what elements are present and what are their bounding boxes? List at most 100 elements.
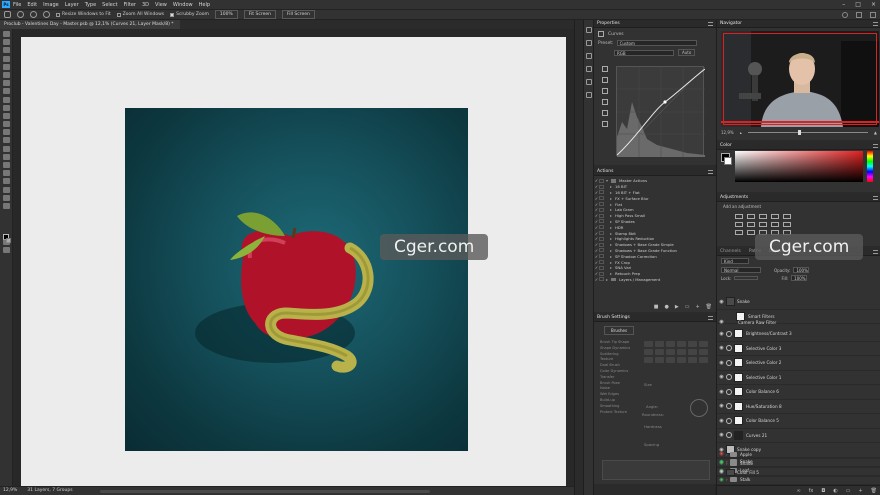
curves-icon[interactable] <box>759 214 767 219</box>
screen-mode-icon[interactable] <box>3 247 10 254</box>
menu-type[interactable]: Type <box>85 2 96 8</box>
more-tools-icon[interactable] <box>3 202 10 209</box>
levels-icon[interactable] <box>747 214 755 219</box>
visibility-icon[interactable]: ◉ <box>717 469 726 475</box>
adjustments-tab[interactable]: Adjustments <box>720 194 748 201</box>
on-image-adjust-icon[interactable] <box>602 66 608 72</box>
zoom-out-icon[interactable] <box>43 11 50 18</box>
visibility-icon[interactable]: ◉ <box>717 345 726 351</box>
edit-points-icon[interactable] <box>602 110 608 116</box>
posterize-icon[interactable] <box>747 230 755 235</box>
menu-view[interactable]: View <box>155 2 167 8</box>
gradient-tool-icon[interactable] <box>3 129 10 136</box>
visibility-icon[interactable]: ◉ <box>717 299 726 305</box>
hand-tool-icon[interactable] <box>3 186 10 193</box>
healing-brush-tool-icon[interactable] <box>3 88 10 95</box>
background-swatch[interactable] <box>724 157 732 165</box>
exposure-icon[interactable] <box>771 214 779 219</box>
lock-icons[interactable] <box>734 276 759 280</box>
zoom-all-checkbox[interactable]: Zoom All Windows <box>116 12 164 17</box>
layer-row[interactable]: ◉ Snake <box>717 295 880 310</box>
trash-icon[interactable]: 🗑 <box>871 488 877 494</box>
zoom-out-icon[interactable]: ▴ <box>740 130 742 135</box>
zoom-tool-icon[interactable] <box>3 194 10 201</box>
menu-window[interactable]: Window <box>173 2 193 8</box>
color-picker-field[interactable] <box>735 151 863 182</box>
photo-filter-icon[interactable] <box>771 222 779 227</box>
color-balance-icon[interactable] <box>747 222 755 227</box>
search-icon[interactable] <box>842 11 848 18</box>
history-icon[interactable] <box>586 27 592 33</box>
play-icon[interactable]: ▶ <box>675 304 679 310</box>
layer-row[interactable]: ◉ Brightness/Contrast 3 <box>717 327 880 342</box>
panel-menu-icon[interactable] <box>708 22 713 26</box>
opacity-field[interactable]: 100% <box>793 267 810 273</box>
invert-icon[interactable] <box>735 230 743 235</box>
menu-3d[interactable]: 3D <box>142 2 149 8</box>
new-action-icon[interactable]: + <box>695 304 699 310</box>
resize-windows-checkbox[interactable]: Resize Windows to Fit <box>56 12 111 17</box>
zoom-100-button[interactable]: 100% <box>214 10 238 19</box>
navigator-zoom-slider[interactable] <box>747 130 868 135</box>
brush-angle-preview[interactable] <box>690 399 708 417</box>
visibility-icon[interactable]: ◉ <box>717 451 726 457</box>
layer-row[interactable]: ◉ Camera Raw Filter <box>717 317 880 327</box>
navigator-zoom-value[interactable]: 12,9% <box>721 130 734 135</box>
channel-mixer-icon[interactable] <box>783 222 791 227</box>
hue-slider[interactable] <box>867 151 873 182</box>
fill-field[interactable]: 100% <box>791 275 808 281</box>
channel-select[interactable]: RGB <box>614 49 674 56</box>
action-set-row[interactable]: ✓ ▸ Layers / Management <box>594 277 716 283</box>
canvas-area[interactable] <box>13 29 574 488</box>
sample-black-icon[interactable] <box>602 77 608 83</box>
visibility-icon[interactable]: ◉ <box>717 460 726 466</box>
menu-image[interactable]: Image <box>43 2 59 8</box>
visibility-icon[interactable]: ◉ <box>717 403 726 409</box>
blend-mode-select[interactable]: Normal <box>721 267 761 273</box>
stop-icon[interactable]: ■ <box>654 304 659 310</box>
curves-graph[interactable] <box>616 66 706 158</box>
type-tool-icon[interactable] <box>3 162 10 168</box>
brightness-icon[interactable] <box>735 214 743 219</box>
navigator-view-frame[interactable] <box>723 33 877 125</box>
eraser-tool-icon[interactable] <box>3 121 10 128</box>
menu-edit[interactable]: Edit <box>27 2 37 8</box>
slider-thumb[interactable] <box>798 130 802 135</box>
brush-tip-grid[interactable] <box>644 341 708 363</box>
brushes-button[interactable]: Brushes <box>604 326 635 335</box>
quick-mask-icon[interactable] <box>3 238 10 245</box>
panel-menu-icon[interactable] <box>873 22 878 26</box>
lasso-tool-icon[interactable] <box>3 47 10 54</box>
layer-row[interactable]: ◉ Hue/Saturation 8 <box>717 400 880 414</box>
panel-menu-icon[interactable] <box>873 250 878 254</box>
visibility-icon[interactable]: ◉ <box>717 477 726 483</box>
menu-help[interactable]: Help <box>199 2 210 8</box>
horizontal-scrollbar[interactable] <box>100 490 430 493</box>
menu-select[interactable]: Select <box>102 2 117 8</box>
preset-select[interactable]: Custom <box>616 40 697 46</box>
link-icon[interactable]: ∞ <box>796 488 800 494</box>
panel-menu-icon[interactable] <box>708 316 713 320</box>
layer-row[interactable]: ◉ Selective Color 2 <box>717 356 880 371</box>
workspace-icon[interactable] <box>856 11 862 18</box>
quick-select-tool-icon[interactable] <box>3 55 10 62</box>
properties-tab[interactable]: Properties <box>597 20 620 27</box>
zoom-level[interactable]: 12,9% <box>3 487 17 495</box>
scrubby-zoom-checkbox[interactable]: Scrubby Zoom <box>170 12 209 17</box>
dodge-tool-icon[interactable] <box>3 145 10 152</box>
path-select-tool-icon[interactable] <box>3 170 10 177</box>
actions-tab[interactable]: Actions <box>597 168 613 175</box>
delete-icon[interactable]: 🗑 <box>706 304 712 310</box>
visibility-icon[interactable]: ◉ <box>717 374 726 380</box>
panel-menu-icon[interactable] <box>873 144 878 148</box>
adjustment-layer-icon[interactable]: ◐ <box>833 488 837 494</box>
pen-tool-icon[interactable] <box>3 153 10 160</box>
zoom-tool-icon[interactable] <box>17 11 24 18</box>
close-icon[interactable]: × <box>871 0 876 9</box>
layer-row[interactable]: ◉ Selective Color 3 <box>717 342 880 356</box>
menu-file[interactable]: File <box>13 2 21 8</box>
share-icon[interactable] <box>870 11 876 18</box>
sample-white-icon[interactable] <box>602 99 608 105</box>
maximize-icon[interactable]: □ <box>855 0 861 9</box>
visibility-icon[interactable]: ◉ <box>717 331 726 337</box>
